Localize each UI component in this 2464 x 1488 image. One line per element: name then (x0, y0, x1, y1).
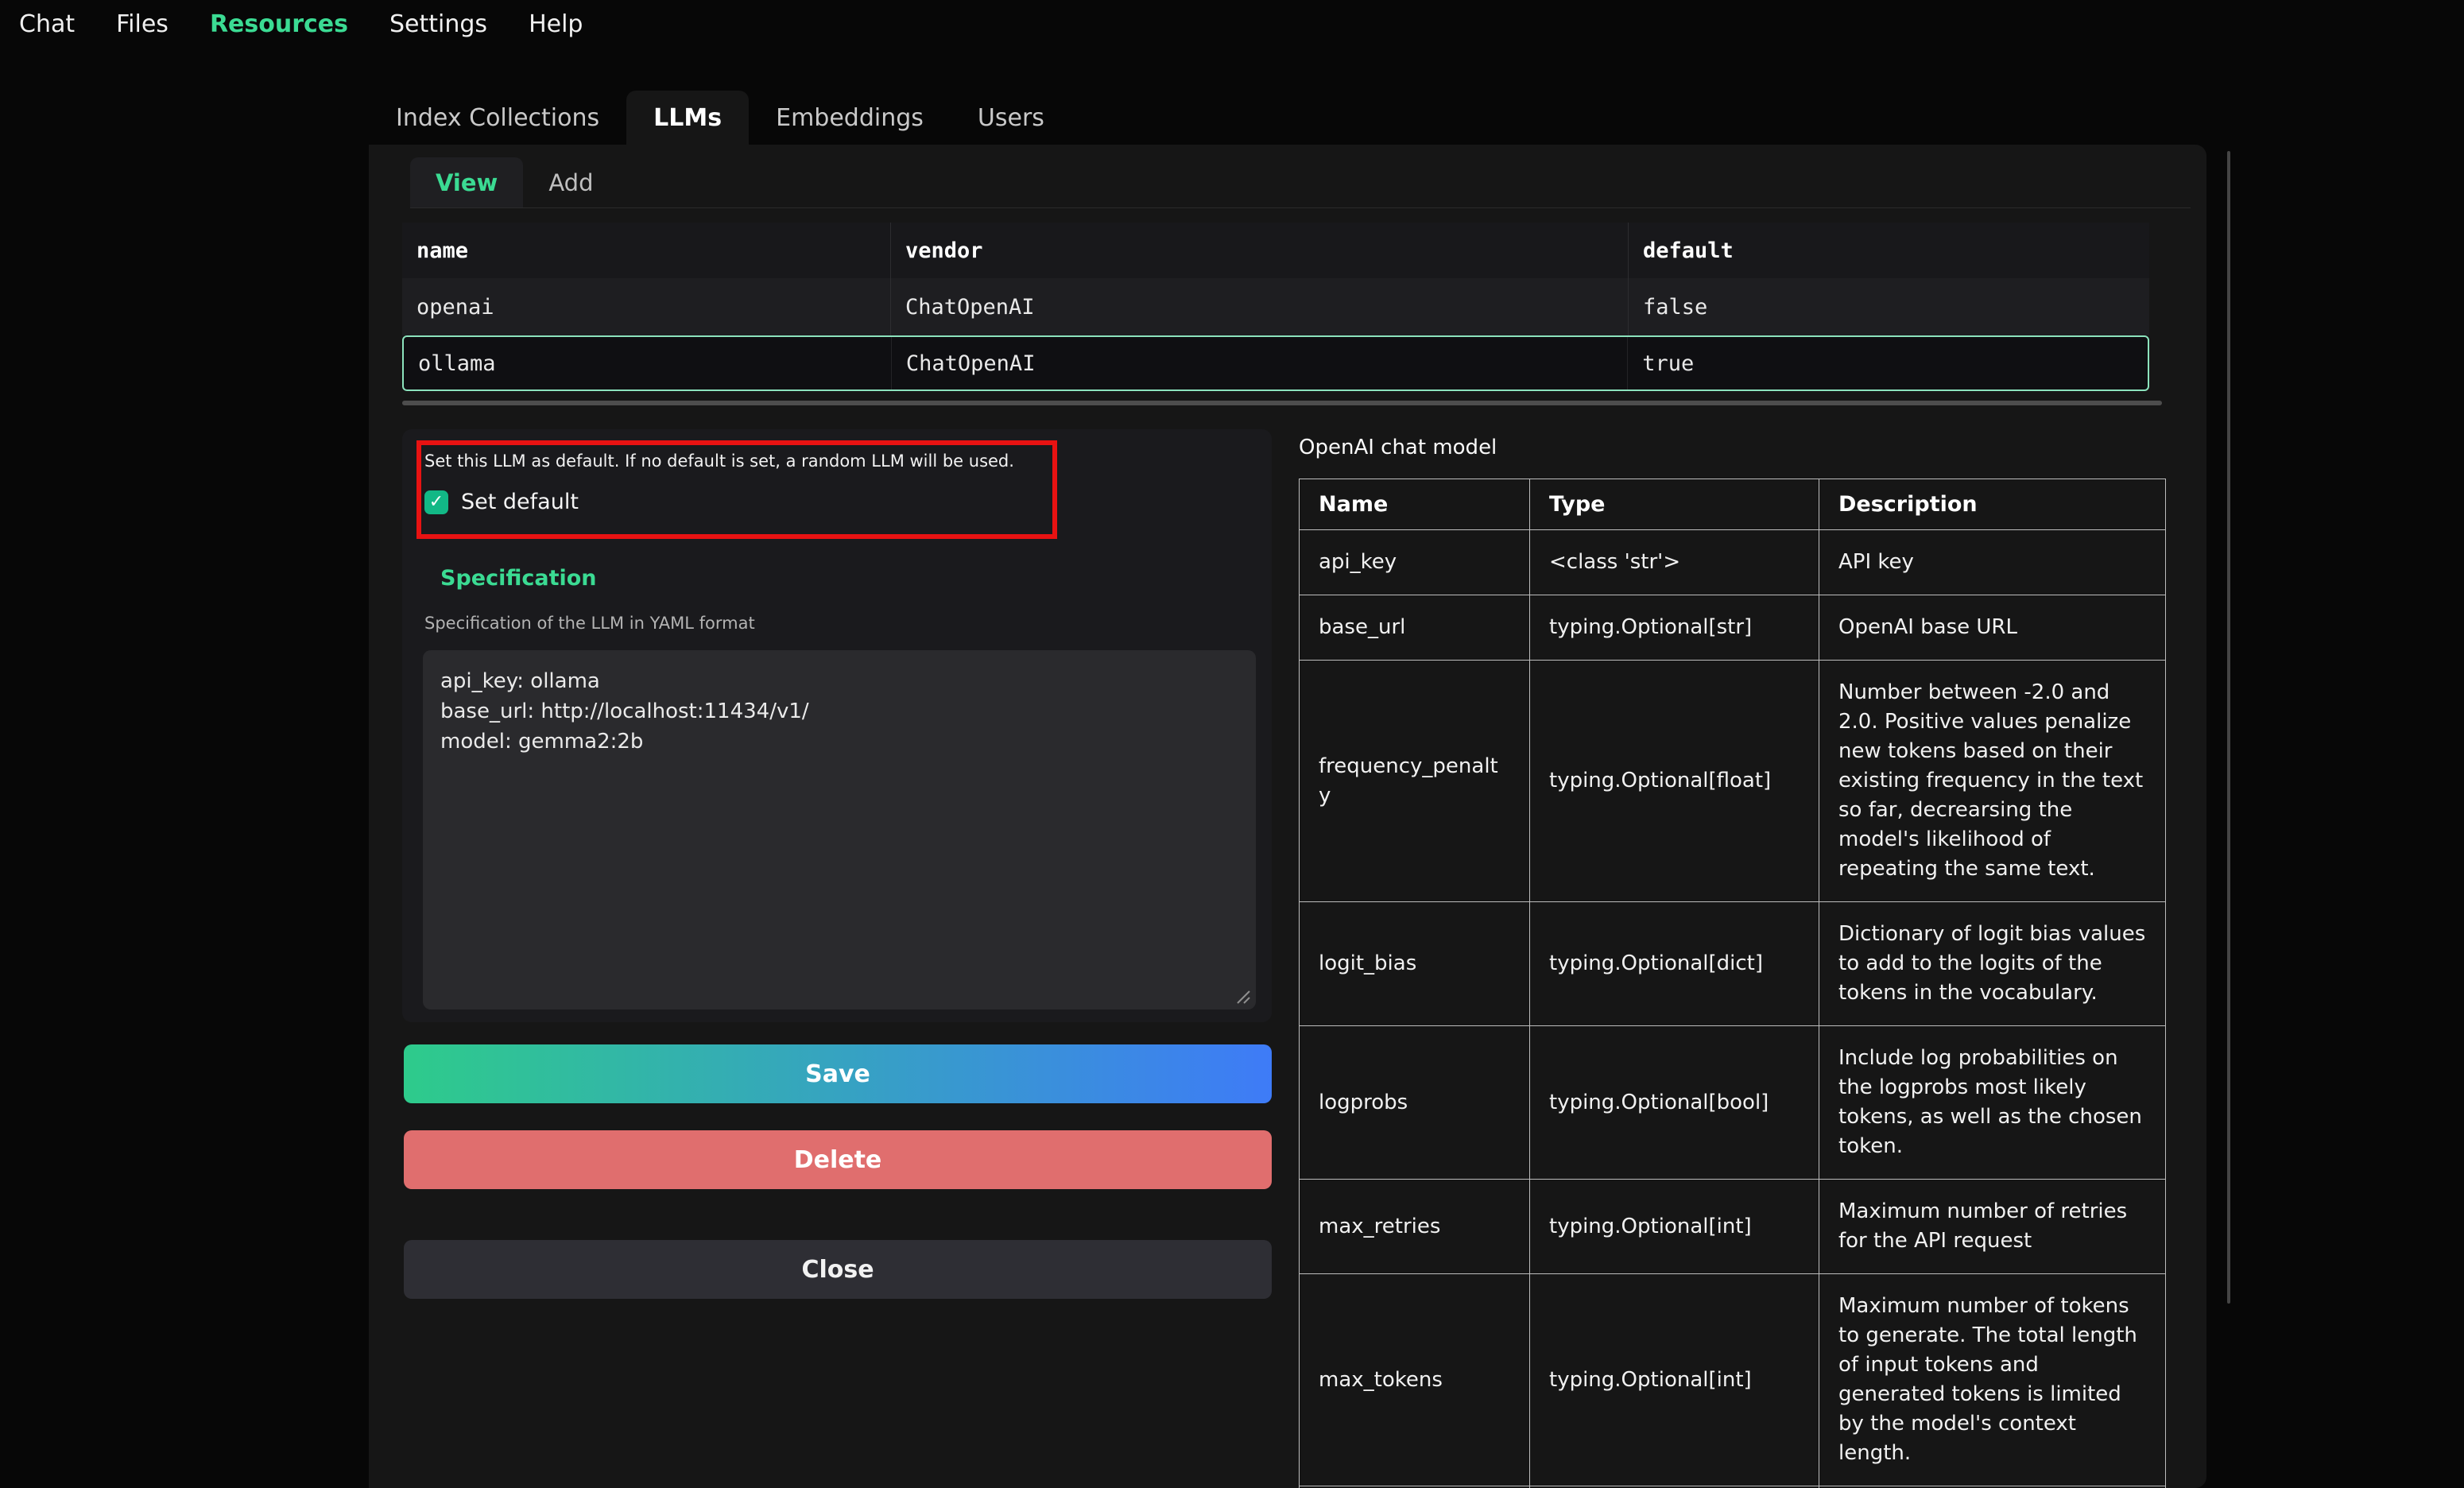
sub-tabs: ViewAdd (410, 157, 2191, 208)
yaml-spec-textarea[interactable]: api_key: ollama base_url: http://localho… (423, 650, 1256, 1009)
doc-cell: Include log probabilities on the logprob… (1819, 1026, 2166, 1180)
model-doc-title: OpenAI chat model (1299, 436, 1497, 459)
doc-row-max-tokens: max_tokenstyping.Optional[int]Maximum nu… (1300, 1274, 2166, 1486)
specification-hint: Specification of the LLM in YAML format (424, 614, 755, 633)
check-icon: ✓ (429, 494, 444, 511)
doc-cell: Maximum number of tokens to generate. Th… (1819, 1274, 2166, 1486)
llm-row-openai[interactable]: openaiChatOpenAIfalse (402, 278, 2149, 335)
top-nav: Chat Files Resources Settings Help (19, 0, 583, 48)
nav-item-help[interactable]: Help (529, 10, 583, 38)
doc-cell: <class 'str'> (1530, 530, 1819, 595)
save-button[interactable]: Save (404, 1044, 1272, 1103)
tab-llms[interactable]: LLMs (626, 91, 749, 145)
doc-cell: Number between -2.0 and 2.0. Positive va… (1819, 661, 2166, 902)
tab-users[interactable]: Users (951, 91, 1071, 145)
nav-item-files[interactable]: Files (116, 10, 169, 38)
llm-detail-card: Set this LLM as default. If no default i… (402, 429, 1272, 1022)
llm-header-name: name (402, 223, 890, 278)
doc-cell: typing.Optional[float] (1530, 661, 1819, 902)
doc-cell: max_retries (1300, 1180, 1530, 1274)
llm-cell: openai (402, 278, 890, 335)
llm-cell: ChatOpenAI (891, 337, 1627, 389)
doc-row-max-retries: max_retriestyping.Optional[int]Maximum n… (1300, 1180, 2166, 1274)
tab-index-collections[interactable]: Index Collections (369, 91, 626, 145)
set-default-label: Set default (461, 490, 579, 514)
close-button[interactable]: Close (404, 1240, 1272, 1299)
doc-cell: typing.Optional[int] (1530, 1180, 1819, 1274)
doc-row-logprobs: logprobstyping.Optional[bool]Include log… (1300, 1026, 2166, 1180)
doc-cell: typing.Optional[dict] (1530, 902, 1819, 1026)
doc-cell: typing.Optional[str] (1530, 595, 1819, 661)
model-doc-table: NameTypeDescription api_key<class 'str'>… (1299, 479, 2166, 1488)
doc-col-description: Description (1819, 479, 2166, 530)
delete-button[interactable]: Delete (404, 1130, 1272, 1189)
llm-cell: ChatOpenAI (890, 278, 1628, 335)
nav-item-settings[interactable]: Settings (389, 10, 487, 38)
doc-cell: max_tokens (1300, 1274, 1530, 1486)
llm-cell: false (1628, 278, 2149, 335)
content-panel: ViewAdd namevendordefaultopenaiChatOpenA… (369, 145, 2206, 1488)
doc-col-name: Name (1300, 479, 1530, 530)
subtab-add[interactable]: Add (523, 157, 618, 207)
vertical-scrollbar[interactable] (2227, 151, 2230, 1304)
doc-col-type: Type (1530, 479, 1819, 530)
nav-item-resources[interactable]: Resources (210, 10, 348, 38)
main-tabs: Index CollectionsLLMsEmbeddingsUsers (369, 91, 1071, 145)
set-default-checkbox[interactable]: ✓ (424, 490, 448, 514)
horizontal-scrollbar[interactable] (402, 401, 2162, 405)
doc-row-base-url: base_urltyping.Optional[str]OpenAI base … (1300, 595, 2166, 661)
llm-header-default: default (1628, 223, 2149, 278)
default-hint-text: Set this LLM as default. If no default i… (424, 451, 1014, 471)
doc-cell: typing.Optional[bool] (1530, 1026, 1819, 1180)
doc-cell: Dictionary of logit bias values to add t… (1819, 902, 2166, 1026)
doc-row-frequency-penalty: frequency_penaltytyping.Optional[float]N… (1300, 661, 2166, 902)
doc-cell: Maximum number of retries for the API re… (1819, 1180, 2166, 1274)
resize-grip-icon[interactable] (1234, 987, 1251, 1005)
doc-cell: typing.Optional[int] (1530, 1274, 1819, 1486)
llm-cell: ollama (404, 337, 891, 389)
doc-header-row: NameTypeDescription (1300, 479, 2166, 530)
llm-table-header: namevendordefault (402, 223, 2149, 278)
doc-cell: logit_bias (1300, 902, 1530, 1026)
doc-cell: logprobs (1300, 1026, 1530, 1180)
doc-row-api-key: api_key<class 'str'>API key (1300, 530, 2166, 595)
llm-cell: true (1627, 337, 2148, 389)
doc-cell: frequency_penalty (1300, 661, 1530, 902)
nav-item-chat[interactable]: Chat (19, 10, 75, 38)
doc-row-logit-bias: logit_biastyping.Optional[dict]Dictionar… (1300, 902, 2166, 1026)
llm-table: namevendordefaultopenaiChatOpenAIfalseol… (402, 223, 2149, 391)
tab-embeddings[interactable]: Embeddings (749, 91, 951, 145)
doc-cell: api_key (1300, 530, 1530, 595)
llm-row-ollama[interactable]: ollamaChatOpenAItrue (402, 335, 2149, 391)
llm-header-vendor: vendor (890, 223, 1628, 278)
subtab-view[interactable]: View (410, 157, 523, 207)
specification-title: Specification (440, 566, 597, 591)
doc-cell: OpenAI base URL (1819, 595, 2166, 661)
doc-table-body: api_key<class 'str'>API keybase_urltypin… (1300, 530, 2166, 1488)
set-default-row: ✓ Set default (424, 490, 579, 514)
doc-table-head: NameTypeDescription (1300, 479, 2166, 530)
doc-cell: base_url (1300, 595, 1530, 661)
doc-cell: API key (1819, 530, 2166, 595)
